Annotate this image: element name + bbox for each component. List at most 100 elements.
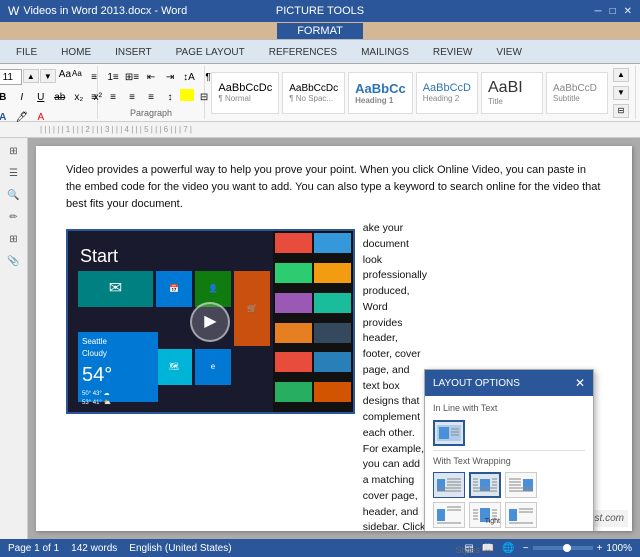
style-normal[interactable]: AaBbCcDc ¶ Normal [211,72,279,114]
swatch-teal[interactable] [314,293,351,313]
tab-review[interactable]: REVIEW [421,41,484,63]
style-no-space[interactable]: AaBbCcDc ¶ No Spac... [282,72,345,114]
wrap-icon-5[interactable] [505,502,537,528]
align-center-icon[interactable]: ≡ [104,89,122,105]
multilevel-list-icon[interactable]: ⊞≡ [123,69,141,85]
bullets-icon[interactable]: ≡ [85,69,103,85]
page-info: Page 1 of 1 [8,543,59,554]
tab-view[interactable]: VIEW [484,41,534,63]
italic-icon[interactable]: I [13,89,31,105]
document-page: Video provides a powerful way to help yo… [36,146,632,531]
body-text-1: Video provides a powerful way to help yo… [66,162,602,213]
sort-icon[interactable]: ↕A [180,69,198,85]
clip-icon[interactable]: 📎 [4,252,24,270]
layout-close-button[interactable]: ✕ [575,374,585,392]
video-embed[interactable]: Start ✉ 📅 👤 🛒 🌄 ♪ 📷 🗺 e [66,229,355,414]
edit-icon[interactable]: ✏ [4,208,24,226]
maximize-button[interactable]: □ [610,6,616,17]
tab-references[interactable]: REFERENCES [257,41,349,63]
view-web-icon[interactable]: 🌐 [502,543,514,554]
tile-mail[interactable]: ✉ [78,271,153,307]
view-read-icon[interactable]: 📖 [482,543,494,554]
table-icon[interactable]: ⊞ [4,230,24,248]
divider-1 [433,450,585,451]
swatch-orange[interactable] [314,263,351,283]
weather-tile: SeattleCloudy 54° 50° 43° ☁53° 41° ⛅ [78,332,158,402]
language: English (United States) [129,543,231,554]
status-right: ▤ 📖 🌐 − + 100% [464,543,632,554]
swatch-orange2[interactable] [275,323,312,343]
swatch-purple[interactable] [275,293,312,313]
numbered-list-icon[interactable]: 1≡ [104,69,122,85]
tab-file[interactable]: FILE [4,41,49,63]
tab-insert[interactable]: INSERT [103,41,164,63]
tile-ie[interactable]: e [195,349,231,385]
style-subtitle[interactable]: AaBbCcD Subtitle [546,72,608,114]
tab-mailings[interactable]: MAILINGS [349,41,421,63]
swatch-green[interactable] [275,263,312,283]
wrap-icon-tight[interactable]: Tight [469,502,501,528]
zoom-out-icon[interactable]: − [523,543,529,554]
zoom-in-icon[interactable]: + [597,543,603,554]
justify-icon[interactable]: ≡ [142,89,160,105]
styles-label: Styles [455,543,480,555]
swatch-orange3[interactable] [314,382,351,402]
title-bar-left: W Videos in Word 2013.docx - Word [8,4,187,18]
play-button[interactable]: ▶ [190,302,230,342]
app-title: Videos in Word 2013.docx - Word [23,5,187,17]
nav-icon[interactable]: ☰ [4,164,24,182]
align-right-icon[interactable]: ≡ [123,89,141,105]
zoom-slider[interactable] [533,546,593,550]
inline-icon-1[interactable] [433,420,465,446]
font-size-input[interactable] [0,69,22,85]
picture-tools-label: PICTURE TOOLS [276,5,364,17]
tab-home[interactable]: HOME [49,41,103,63]
view-icon[interactable]: ⊞ [4,142,24,160]
shading-icon[interactable] [180,89,194,101]
swatch-blue2[interactable] [314,352,351,372]
swatch-blue[interactable] [314,233,351,253]
swatch-green2[interactable] [275,382,312,402]
wrap-icon-3[interactable] [505,472,537,498]
wrap-icon-1[interactable] [433,472,465,498]
swatch-red2[interactable] [275,352,312,372]
tile-store[interactable]: 🛒 [234,271,270,346]
win8-screen: Start ✉ 📅 👤 🛒 🌄 ♪ 📷 🗺 e [68,231,353,412]
style-title[interactable]: AaBI Title [481,72,543,114]
swatch-dark[interactable] [314,323,351,343]
tile-calendar[interactable]: 📅 [156,271,192,307]
strikethrough-icon[interactable]: ab [51,89,69,105]
line-spacing-icon[interactable]: ↕ [161,89,179,105]
tab-page-layout[interactable]: PAGE LAYOUT [164,41,257,63]
minimize-button[interactable]: ─ [594,6,601,17]
layout-options-header: LAYOUT OPTIONS ✕ [425,370,593,396]
bold-icon[interactable]: B [0,89,12,105]
style-heading2[interactable]: AaBbCcD Heading 2 [416,72,478,114]
font-size-up[interactable]: ▲ [23,69,39,83]
window-controls[interactable]: ─ □ ✕ [594,6,632,17]
zoom-control[interactable]: − + 100% [523,543,632,554]
color-panel [273,231,353,412]
word-count: 142 words [71,543,117,554]
wrap-icon-2[interactable] [469,472,501,498]
styles-down[interactable]: ▼ [613,86,629,100]
format-tab[interactable]: FORMAT [277,23,363,39]
zoom-icon[interactable]: 🔍 [4,186,24,204]
increase-indent-icon[interactable]: ⇥ [161,69,179,85]
style-heading1[interactable]: AaBbCc Heading 1 [348,72,413,114]
font-aa-small[interactable]: Aa [72,69,82,85]
zoom-level: 100% [606,543,632,554]
wrap-icon-4[interactable] [433,502,465,528]
styles-up[interactable]: ▲ [613,68,629,82]
underline-icon[interactable]: U [32,89,50,105]
tile-maps[interactable]: 🗺 [156,349,192,385]
font-size-down[interactable]: ▼ [40,69,56,83]
word-icon: W [8,4,19,18]
layout-options-title: LAYOUT OPTIONS [433,376,520,391]
styles-more[interactable]: ⊟ [613,104,629,118]
align-left-icon[interactable]: ≡ [85,89,103,105]
swatch-red[interactable] [275,233,312,253]
font-aa-large[interactable]: Aa [59,69,71,85]
decrease-indent-icon[interactable]: ⇤ [142,69,160,85]
close-button[interactable]: ✕ [624,6,632,17]
